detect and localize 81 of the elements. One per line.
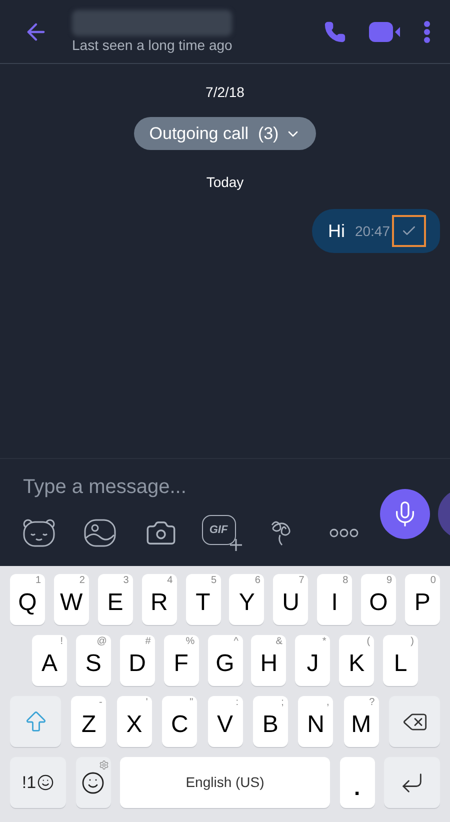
letter-key[interactable]: R 4 [142,574,177,625]
key-hint: 3 [123,576,129,586]
key-hint: 1 [35,576,41,586]
smiley-icon [37,774,54,791]
key-hint: ' [146,698,148,708]
date-label: 7/2/18 [206,83,244,102]
key-hint: ) [410,637,414,647]
space-key[interactable]: English (US) [120,757,330,808]
phone-icon [324,20,346,42]
letter-key[interactable]: C " [162,696,198,747]
last-seen-status: Last seen a long time ago [72,36,232,54]
letter-key[interactable]: Z - [71,696,106,747]
letter-key[interactable]: K ( [339,635,374,686]
message-text: Hi [328,220,345,242]
key-hint: * [322,637,326,647]
key-hint: ^ [234,637,238,647]
key-hint: - [99,698,102,708]
key-hint: : [236,698,238,708]
video-call-button[interactable] [368,20,402,44]
letter-key[interactable]: A ! [32,635,67,686]
menu-icon [424,20,430,42]
letter-key[interactable]: L ) [383,635,418,686]
key-hint: ? [369,698,375,708]
gear-icon [98,760,108,770]
letter-key[interactable]: T 5 [186,574,220,625]
video-camera-icon [368,20,402,44]
backspace-key[interactable] [389,696,440,747]
message-input[interactable]: Type a message... [12,459,352,515]
bear-sticker-icon[interactable] [22,518,56,548]
letter-key[interactable]: B ; [252,696,288,747]
gif-button[interactable]: GIF [202,515,236,545]
key-hint: 9 [386,576,392,586]
key-hint: # [145,637,151,647]
emoji-key[interactable] [76,757,110,808]
message-bubble[interactable]: Hi 20:47 [312,209,440,253]
key-hint: 0 [430,576,436,586]
letter-key[interactable]: I 8 [317,574,352,625]
key-hint: 4 [167,576,173,586]
key-hint: 2 [79,576,85,586]
letter-key[interactable]: E 3 [98,574,133,625]
key-hint: , [326,698,330,708]
symbols-key[interactable]: !1 [10,757,66,808]
more-icon[interactable] [328,528,358,538]
key-hint: & [276,637,282,647]
date-label: Today [206,173,244,192]
letter-key[interactable]: S @ [76,635,111,686]
letter-key[interactable]: D # [120,635,155,686]
key-hint: ! [60,637,63,647]
key-hint: % [186,637,195,647]
key-hint: 6 [254,576,260,586]
letter-key[interactable]: F % [164,635,199,686]
letter-key[interactable]: G ^ [208,635,242,686]
letter-key[interactable]: O 9 [361,574,396,625]
key-hint: ; [281,698,284,708]
key-hint: 5 [210,576,216,586]
letter-key[interactable]: N , [298,696,334,747]
plus-icon [230,539,242,551]
letter-key[interactable]: J * [295,635,330,686]
letter-key[interactable]: X ' [116,696,152,747]
key-hint: @ [96,637,107,647]
letter-key[interactable]: Y 6 [229,574,264,625]
letter-key[interactable]: P 0 [404,574,440,625]
key-hint: 7 [298,576,304,586]
key-hint: 8 [342,576,348,586]
letter-key[interactable]: H & [251,635,286,686]
enter-key[interactable] [384,757,440,808]
letter-key[interactable]: Q 1 [10,574,45,625]
menu-button[interactable] [424,20,430,42]
message-time: 20:47 [354,222,390,240]
letter-key[interactable]: U 7 [273,574,308,625]
letter-key[interactable]: V : [208,696,242,747]
letter-key[interactable]: W 2 [54,574,89,625]
key-hint: ( [366,637,370,647]
call-summary-pill[interactable]: Outgoing call (3) [134,117,316,150]
image-icon[interactable] [84,519,116,547]
period-key[interactable]: . [340,757,374,808]
smiley-icon [81,770,105,794]
microphone-button[interactable] [380,489,430,539]
call-button[interactable] [324,20,346,42]
letter-key[interactable]: M ? [344,696,379,747]
key-hint: " [190,698,194,708]
